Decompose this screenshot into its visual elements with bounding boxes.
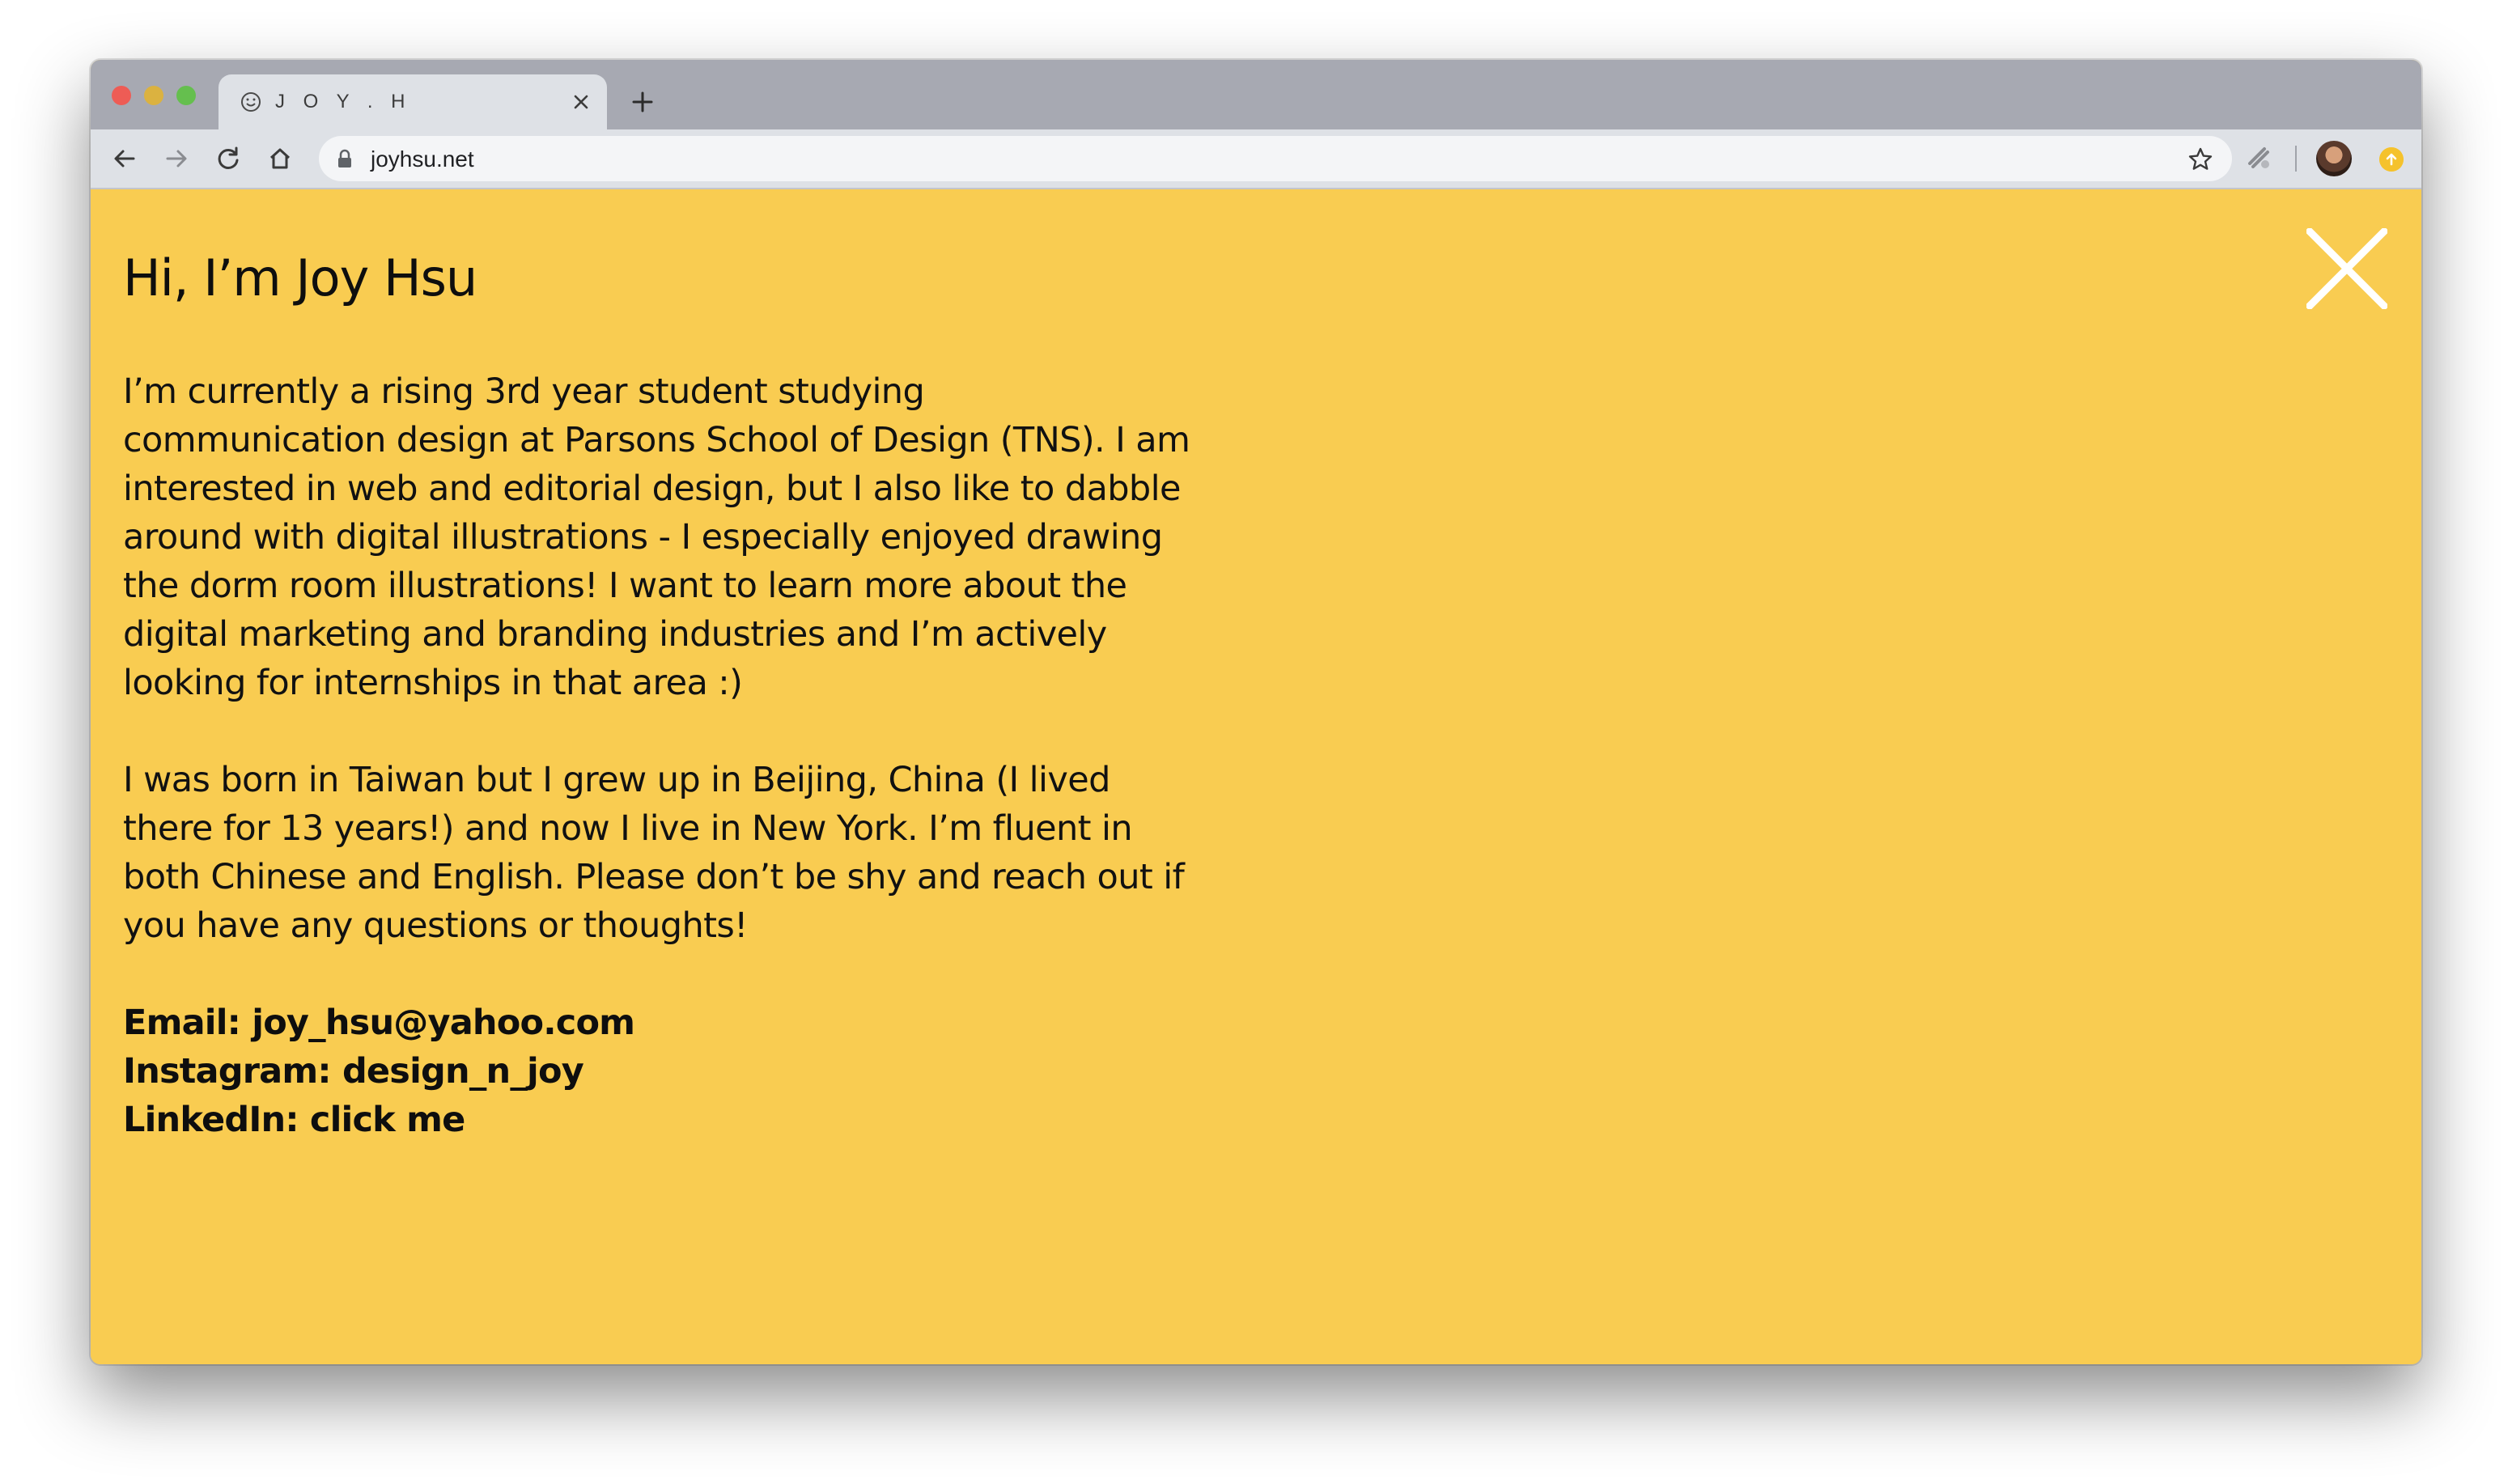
- tab-close-icon[interactable]: [571, 92, 591, 112]
- page-title: Hi, I’m Joy Hsu: [123, 248, 477, 307]
- new-tab-plus-icon[interactable]: [628, 87, 657, 117]
- forward-arrow-icon[interactable]: [162, 144, 191, 173]
- reload-icon[interactable]: [214, 144, 243, 173]
- linkedin-link[interactable]: click me: [310, 1100, 465, 1140]
- about-paragraph-1: I’m currently a rising 3rd year student …: [123, 371, 1190, 703]
- browser-tab[interactable]: J O Y . H: [219, 74, 607, 129]
- page-content: Hi, I’m Joy Hsu I’m currently a rising 3…: [91, 189, 2421, 1364]
- instagram-link[interactable]: design_n_joy: [342, 1051, 584, 1092]
- update-available-icon[interactable]: [2379, 147, 2404, 172]
- url-text: joyhsu.net: [371, 146, 474, 172]
- tab-title: J O Y . H: [275, 91, 412, 112]
- lock-icon: [338, 149, 351, 167]
- bookmark-star-icon[interactable]: [2187, 146, 2214, 173]
- smiley-face-icon: [241, 92, 261, 112]
- close-x-icon[interactable]: [2306, 228, 2387, 309]
- instagram-label: Instagram:: [123, 1051, 342, 1092]
- maximize-window-button[interactable]: [176, 86, 196, 105]
- linkedin-label: LinkedIn:: [123, 1100, 310, 1140]
- minimize-window-button[interactable]: [144, 86, 163, 105]
- profile-avatar[interactable]: [2316, 141, 2352, 176]
- close-window-button[interactable]: [112, 86, 131, 105]
- browser-window: J O Y . H joyhsu.net Hi, I’m Joy Hsu I’m…: [91, 60, 2421, 1364]
- email-link[interactable]: joy_hsu@yahoo.com: [252, 1003, 635, 1043]
- about-paragraph-2: I was born in Taiwan but I grew up in Be…: [123, 760, 1185, 946]
- home-icon[interactable]: [265, 144, 295, 173]
- contact-info: Email: joy_hsu@yahoo.com Instagram: desi…: [123, 999, 635, 1144]
- extension-icon[interactable]: [2243, 142, 2274, 173]
- email-line: Email: joy_hsu@yahoo.com: [123, 999, 635, 1047]
- tab-strip: J O Y . H: [91, 60, 2421, 129]
- browser-toolbar: joyhsu.net: [91, 129, 2421, 189]
- toolbar-separator: [2295, 146, 2297, 172]
- instagram-line: Instagram: design_n_joy: [123, 1047, 634, 1096]
- email-label: Email:: [123, 1003, 252, 1043]
- linkedin-line: LinkedIn: click me: [123, 1096, 634, 1144]
- address-bar[interactable]: joyhsu.net: [319, 136, 2232, 181]
- back-arrow-icon[interactable]: [110, 144, 139, 173]
